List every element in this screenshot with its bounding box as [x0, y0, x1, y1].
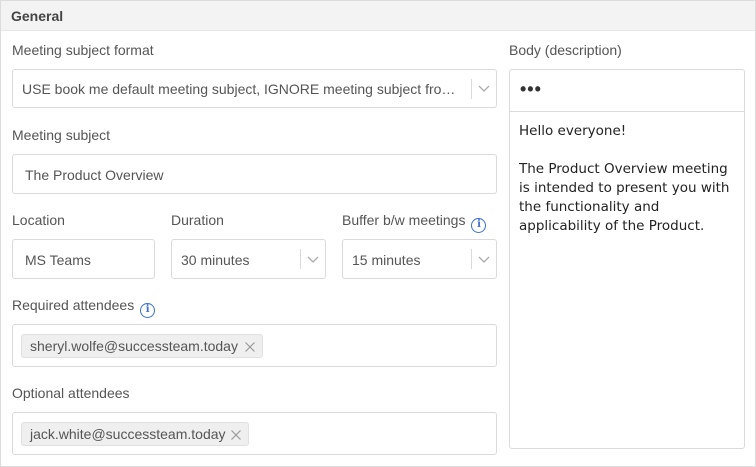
required-attendees-label: Required attendees i — [12, 297, 156, 318]
panel-title: General — [11, 8, 64, 24]
attendee-email: sheryl.wolfe@successteam.today — [30, 338, 238, 354]
attendee-chip: jack.white@successteam.today — [21, 422, 249, 446]
subject-value: The Product Overview — [25, 167, 164, 183]
attendee-chip: sheryl.wolfe@successteam.today — [21, 334, 263, 358]
duration-select[interactable]: 30 minutes — [171, 239, 326, 279]
body-label: Body (description) — [509, 42, 622, 58]
info-icon[interactable]: i — [471, 218, 487, 233]
more-dots-icon[interactable]: ••• — [520, 79, 542, 100]
body-editor[interactable]: ••• Hello everyone! The Product Overview… — [509, 69, 745, 449]
chevron-down-icon[interactable] — [306, 252, 320, 266]
editor-toolbar: ••• — [510, 70, 744, 112]
location-label: Location — [12, 212, 65, 228]
buffer-select[interactable]: 15 minutes — [342, 239, 497, 279]
location-value: MS Teams — [25, 252, 91, 268]
general-panel: General Meeting subject format USE book … — [0, 0, 756, 467]
subject-format-value: USE book me default meeting subject, IGN… — [22, 81, 464, 97]
buffer-label: Buffer b/w meetings i — [342, 212, 487, 233]
required-attendees-input[interactable]: sheryl.wolfe@successteam.today — [12, 324, 497, 367]
optional-attendees-label: Optional attendees — [12, 385, 130, 401]
remove-chip-icon[interactable] — [244, 341, 256, 353]
select-separator — [471, 79, 472, 99]
chevron-down-icon[interactable] — [477, 252, 491, 266]
attendee-email: jack.white@successteam.today — [30, 426, 226, 442]
optional-attendees-input[interactable]: jack.white@successteam.today — [12, 412, 497, 455]
info-icon[interactable]: i — [140, 303, 156, 318]
panel-header: General — [1, 1, 755, 31]
select-separator — [300, 249, 301, 269]
duration-label: Duration — [171, 212, 224, 228]
subject-format-select[interactable]: USE book me default meeting subject, IGN… — [12, 69, 497, 108]
body-text[interactable]: Hello everyone! The Product Overview mee… — [519, 122, 741, 236]
chevron-down-icon[interactable] — [477, 81, 491, 95]
subject-input[interactable]: The Product Overview — [12, 154, 497, 194]
subject-label: Meeting subject — [12, 127, 111, 143]
subject-format-label: Meeting subject format — [12, 42, 154, 58]
buffer-label-text: Buffer b/w meetings — [342, 212, 466, 228]
required-attendees-label-text: Required attendees — [12, 297, 135, 313]
duration-value: 30 minutes — [181, 252, 250, 268]
buffer-value: 15 minutes — [352, 252, 421, 268]
select-separator — [471, 249, 472, 269]
remove-chip-icon[interactable] — [230, 429, 242, 441]
location-input[interactable]: MS Teams — [12, 239, 155, 279]
